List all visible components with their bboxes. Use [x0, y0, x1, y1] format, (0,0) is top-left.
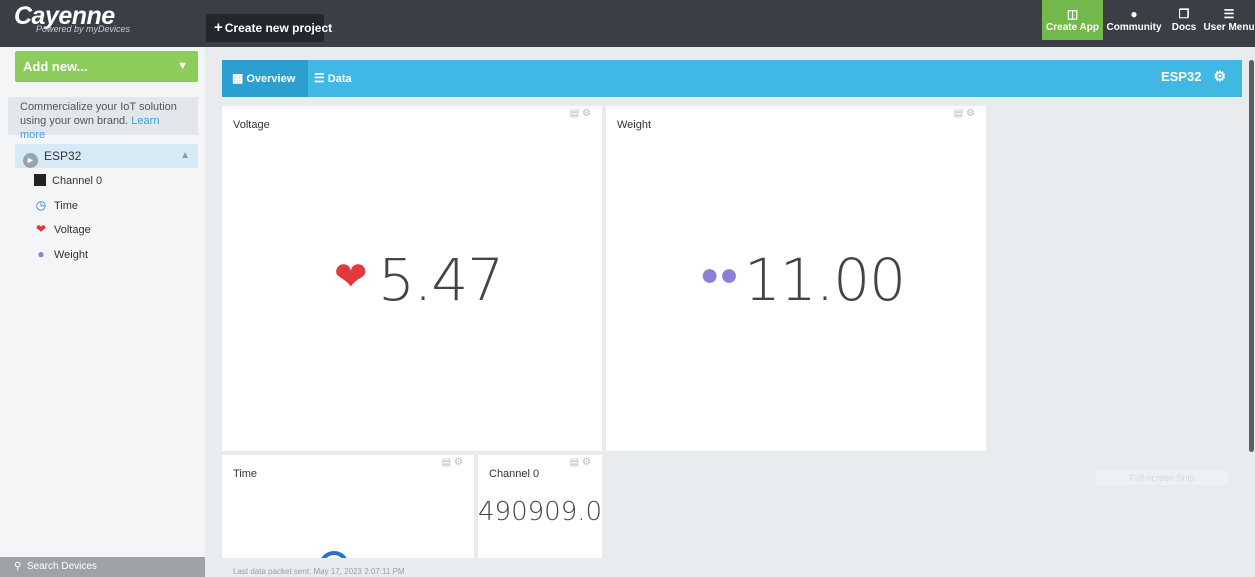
dashboard-tab-bar: ▦ Overview ☰ Data ESP32 ⚙ — [222, 60, 1242, 97]
user-menu-label: User Menu — [1203, 21, 1255, 33]
chevron-up-icon[interactable]: ▲ — [180, 144, 190, 168]
database-icon: ☰ — [314, 71, 325, 85]
widget-title: Voltage — [233, 119, 270, 131]
footprints-icon: ●● — [700, 256, 739, 292]
clock-icon: ◷ — [35, 198, 47, 212]
community-label: Community — [1106, 21, 1162, 33]
tab-overview[interactable]: ▦ Overview — [222, 60, 308, 97]
chevron-down-icon: ▼ — [177, 60, 188, 72]
device-title: ESP32 ⚙ — [1161, 60, 1226, 97]
widget-title: Time — [233, 468, 258, 480]
tab-label: Data — [327, 73, 352, 85]
clock-icon — [319, 551, 349, 558]
sidebar: Add new... ▼ Commercialize your IoT solu… — [0, 47, 205, 577]
channel-label: Voltage — [54, 224, 91, 236]
widget-value: 11.00 — [744, 246, 906, 314]
channel-label: Channel 0 — [52, 175, 103, 187]
widget-title: Weight — [617, 119, 652, 131]
scrollbar[interactable] — [1249, 60, 1254, 452]
gear-icon[interactable]: ⚙ — [1213, 68, 1226, 84]
widget-tools[interactable]: ▤⚙ — [570, 457, 594, 468]
community-button[interactable]: ● Community — [1103, 0, 1165, 40]
widget-value: 5.47 — [378, 246, 504, 314]
create-app-button[interactable]: ◫ Create App — [1042, 0, 1103, 40]
plus-icon: + — [214, 19, 223, 36]
app-icon: ◫ — [1066, 6, 1079, 21]
top-bar: Cayenne Powered by myDevices + Create new… — [0, 0, 1255, 47]
footprints-icon: ● — [37, 247, 45, 261]
top-nav: ◫ Create App ● Community ❐ Docs ☰ User M… — [1042, 0, 1255, 40]
create-project-button[interactable]: + Create new project — [206, 14, 332, 42]
tab-data[interactable]: ☰ Data — [314, 60, 352, 97]
add-new-dropdown[interactable]: Add new... ▼ — [15, 51, 198, 82]
search-label: Search Devices — [26, 561, 97, 572]
device-label: ESP32 — [44, 149, 82, 163]
device-name: ESP32 — [1160, 69, 1202, 84]
search-icon: ⚲ — [14, 561, 22, 572]
heart-icon: ❤ — [334, 255, 368, 299]
fullscreen-snip-button[interactable]: Full-screen Snip — [1096, 471, 1228, 485]
layout-icon: ▦ — [232, 71, 244, 85]
logo-subtitle: Powered by myDevices — [36, 24, 131, 34]
heart-icon: ❤ — [35, 222, 47, 236]
tab-label: Overview — [246, 73, 296, 85]
widget-tools[interactable]: ▤⚙ — [954, 108, 978, 119]
create-project-label: Create new project — [224, 21, 333, 35]
sidebar-device-esp32[interactable]: ► ESP32 ▲ — [15, 144, 198, 168]
logo[interactable]: Cayenne Powered by myDevices — [14, 2, 130, 34]
channel-label: Time — [54, 200, 79, 212]
docs-button[interactable]: ❐ Docs — [1165, 0, 1203, 40]
docs-label: Docs — [1171, 21, 1197, 33]
sidebar-item-weight[interactable]: ● Weight — [34, 245, 88, 263]
promo-banner: Commercialize your IoT solution using yo… — [8, 97, 198, 141]
widget-channel-0[interactable]: Channel 0 ▤⚙ 490909.0 — [478, 455, 602, 558]
widget-title: Channel 0 — [489, 468, 540, 480]
menu-icon: ☰ — [1223, 6, 1235, 21]
sidebar-item-voltage[interactable]: ❤ Voltage — [34, 220, 91, 238]
widget-tools[interactable]: ▤⚙ — [442, 457, 466, 468]
chart-icon — [34, 174, 46, 186]
widget-voltage[interactable]: Voltage ▤⚙ ❤ 5.47 — [222, 106, 602, 451]
sidebar-item-time[interactable]: ◷ Time — [34, 196, 78, 214]
community-icon: ● — [1130, 6, 1138, 21]
last-packet-status: Last data packet sent: May 17, 2023 2:07… — [233, 567, 405, 576]
channel-label: Weight — [54, 249, 89, 261]
sidebar-item-channel-0[interactable]: Channel 0 — [34, 172, 102, 190]
widget-value: 490909.0 — [478, 497, 602, 527]
widget-weight[interactable]: Weight ▤⚙ ●● 11.00 — [606, 106, 986, 451]
user-menu-button[interactable]: ☰ User Menu — [1203, 0, 1255, 40]
search-devices[interactable]: ⚲ Search Devices — [0, 557, 205, 577]
device-icon: ► — [23, 153, 38, 168]
docs-icon: ❐ — [1178, 6, 1190, 21]
add-new-label: Add new... — [23, 59, 88, 74]
widget-time[interactable]: Time ▤⚙ — [222, 455, 474, 558]
widget-tools[interactable]: ▤⚙ — [570, 108, 594, 119]
create-app-label: Create App — [1046, 21, 1099, 33]
